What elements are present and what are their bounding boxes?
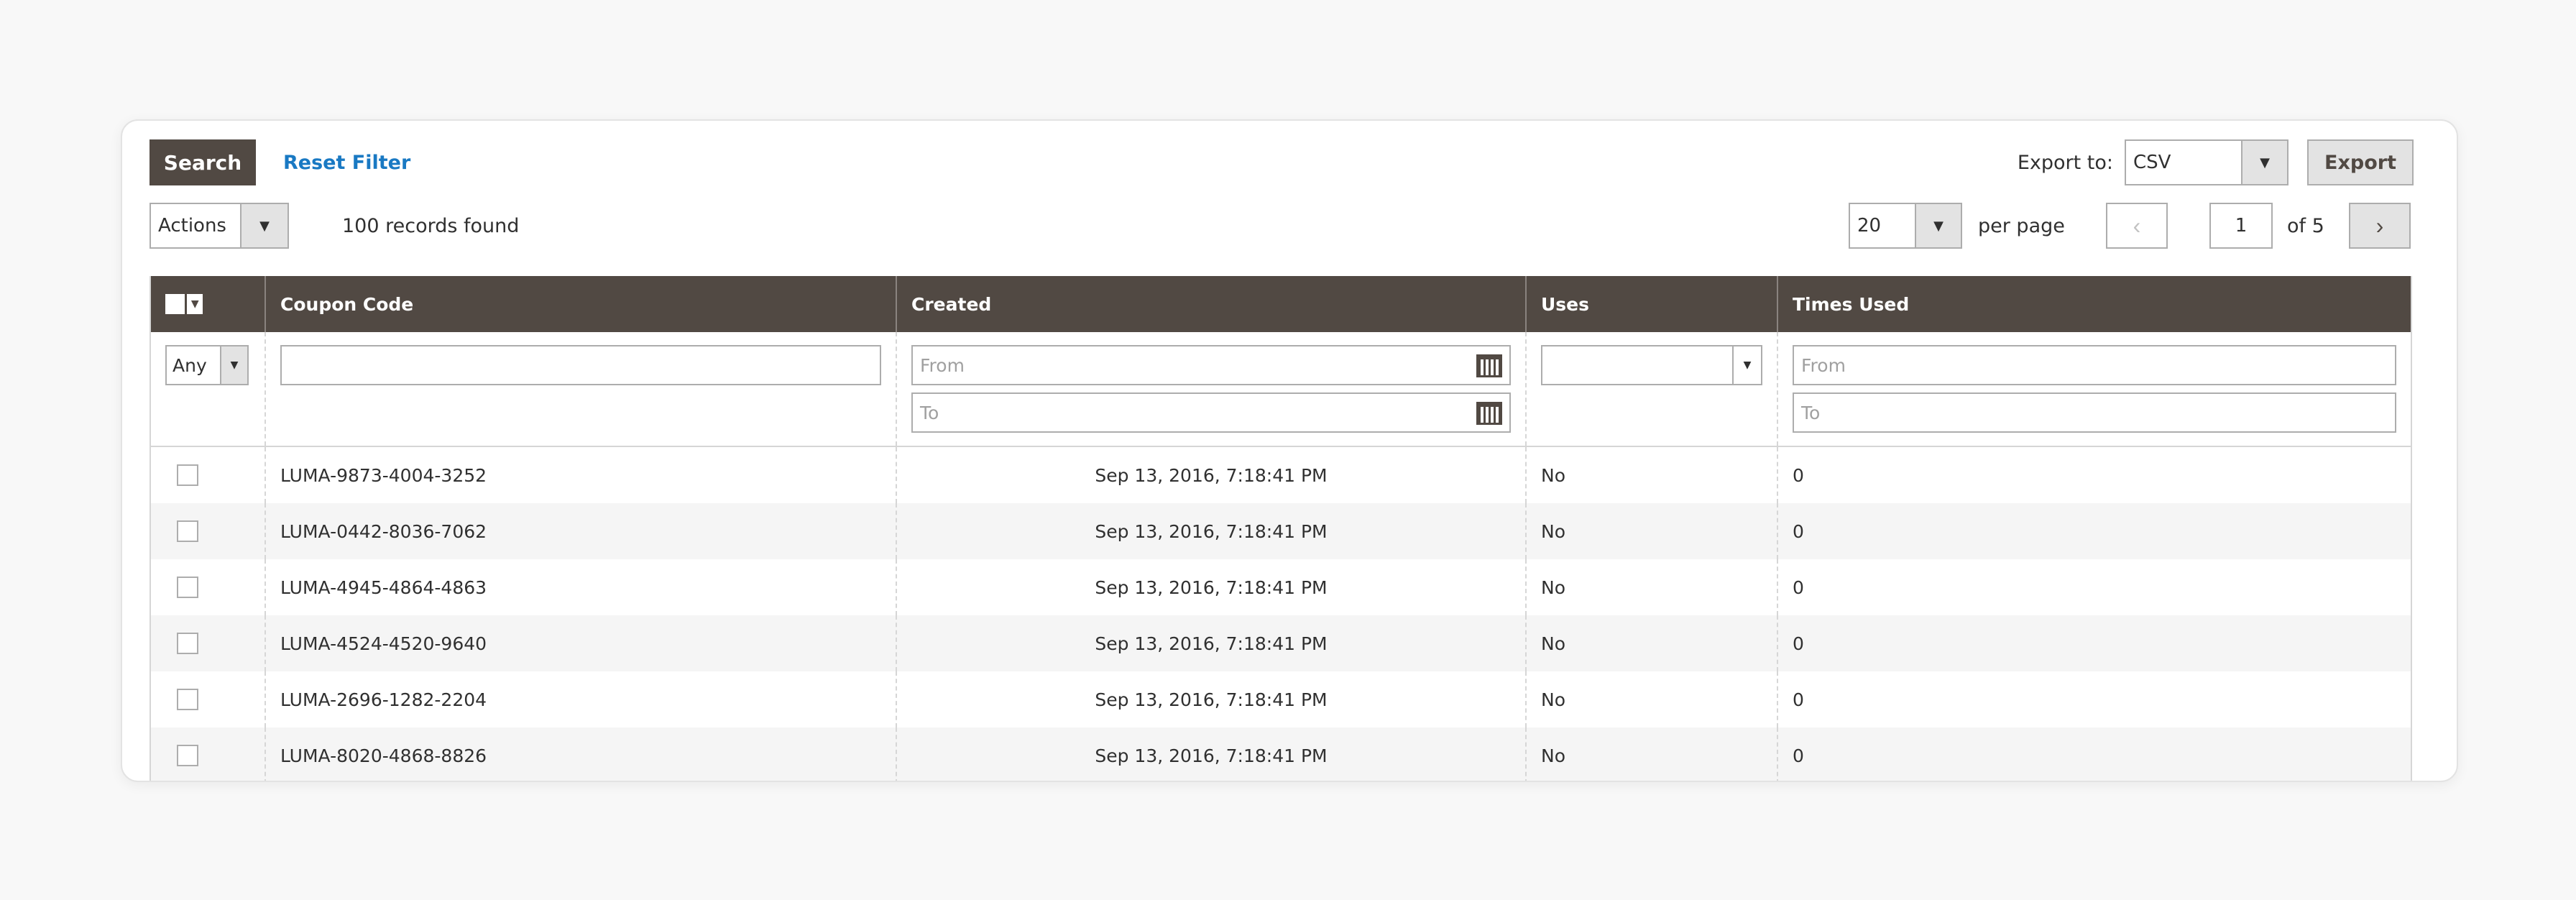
times-used-cell: 0 (1793, 520, 1804, 542)
next-page-button[interactable]: › (2349, 203, 2411, 249)
export-to-label: Export to: (2017, 151, 2113, 174)
filter-times-used: From To (1778, 332, 2411, 446)
uses-cell: No (1527, 447, 1778, 503)
column-header-coupon-code[interactable]: Coupon Code (266, 276, 897, 332)
filter-massaction: Any ▼ (151, 332, 266, 446)
chevron-down-icon: ▼ (1732, 346, 1761, 384)
per-page-label: per page (1978, 214, 2065, 237)
coupon-code-cell: LUMA-9873-4004-3252 (266, 447, 897, 503)
total-pages: of 5 (2287, 214, 2324, 237)
row-checkbox[interactable] (177, 577, 198, 598)
column-header-times-used[interactable]: Times Used (1778, 276, 2411, 332)
uses-filter-select[interactable]: ▼ (1541, 345, 1762, 385)
times-used-cell: 0 (1793, 689, 1804, 710)
mass-select-checkbox[interactable] (165, 294, 185, 314)
column-header-uses[interactable]: Uses (1527, 276, 1778, 332)
coupon-code-filter-input[interactable] (280, 345, 881, 385)
row-select-cell (151, 615, 266, 671)
coupon-code-cell: LUMA-0442-8036-7062 (266, 503, 897, 559)
mass-select-control[interactable]: ▼ (165, 293, 203, 315)
created-from-placeholder: From (920, 354, 965, 376)
reset-filter-link[interactable]: Reset Filter (283, 139, 410, 185)
grid-header-row: ▼ Coupon Code Created Uses Times Used (151, 276, 2411, 332)
row-select-cell (151, 559, 266, 615)
times-used-to-input[interactable]: To (1793, 392, 2396, 433)
times-used-cell: 0 (1793, 633, 1804, 654)
created-cell: Sep 13, 2016, 7:18:41 PM (897, 447, 1527, 503)
row-checkbox[interactable] (177, 464, 198, 486)
table-row: LUMA-9873-4004-3252 Sep 13, 2016, 7:18:4… (151, 447, 2411, 503)
per-page-select[interactable]: 20 ▼ (1849, 203, 1962, 249)
times-used-from-input[interactable]: From (1793, 345, 2396, 385)
chevron-down-icon: ▼ (240, 204, 288, 247)
coupon-grid: ▼ Coupon Code Created Uses Times Used An… (150, 276, 2412, 781)
created-cell: Sep 13, 2016, 7:18:41 PM (897, 615, 1527, 671)
table-row: LUMA-2696-1282-2204 Sep 13, 2016, 7:18:4… (151, 671, 2411, 727)
row-checkbox[interactable] (177, 689, 198, 710)
grid-body: LUMA-9873-4004-3252 Sep 13, 2016, 7:18:4… (151, 447, 2411, 781)
per-page-value: 20 (1857, 215, 1882, 237)
massaction-filter-value: Any (172, 354, 207, 376)
coupon-code-cell: LUMA-2696-1282-2204 (266, 671, 897, 727)
chevron-down-icon[interactable]: ▼ (187, 294, 203, 314)
coupon-grid-panel: Search Reset Filter Export to: CSV ▼ Exp… (121, 119, 2458, 782)
created-to-placeholder: To (920, 402, 939, 423)
table-row: LUMA-0442-8036-7062 Sep 13, 2016, 7:18:4… (151, 503, 2411, 559)
chevron-down-icon: ▼ (220, 346, 247, 384)
filter-uses: ▼ (1527, 332, 1778, 446)
actions-value: Actions (158, 215, 226, 237)
filter-coupon-code (266, 332, 897, 446)
uses-cell: No (1527, 615, 1778, 671)
chevron-down-icon: ▼ (1915, 204, 1961, 247)
records-found: 100 records found (342, 214, 520, 237)
table-row: LUMA-8020-4868-8826 Sep 13, 2016, 7:18:4… (151, 727, 2411, 781)
column-header-created[interactable]: Created (897, 276, 1527, 332)
grid-filter-row: Any ▼ From To ▼ From To (151, 332, 2411, 447)
times-used-cell: 0 (1793, 577, 1804, 598)
row-select-cell (151, 503, 266, 559)
export-format-value: CSV (2133, 152, 2171, 173)
coupon-code-cell: LUMA-8020-4868-8826 (266, 727, 897, 781)
times-used-cell: 0 (1793, 745, 1804, 766)
created-cell: Sep 13, 2016, 7:18:41 PM (897, 503, 1527, 559)
coupon-code-cell: LUMA-4524-4520-9640 (266, 615, 897, 671)
massaction-filter-select[interactable]: Any ▼ (165, 345, 249, 385)
export-button[interactable]: Export (2307, 139, 2414, 185)
times-used-from-placeholder: From (1801, 354, 1846, 376)
chevron-down-icon: ▼ (2241, 141, 2287, 184)
row-select-cell (151, 447, 266, 503)
created-cell: Sep 13, 2016, 7:18:41 PM (897, 727, 1527, 781)
created-to-input[interactable]: To (911, 392, 1511, 433)
actions-select[interactable]: Actions ▼ (150, 203, 289, 249)
filter-created: From To (897, 332, 1527, 446)
times-used-cell: 0 (1793, 464, 1804, 486)
row-checkbox[interactable] (177, 520, 198, 542)
created-cell: Sep 13, 2016, 7:18:41 PM (897, 671, 1527, 727)
row-select-cell (151, 671, 266, 727)
table-row: LUMA-4524-4520-9640 Sep 13, 2016, 7:18:4… (151, 615, 2411, 671)
uses-cell: No (1527, 727, 1778, 781)
previous-page-button[interactable]: ‹ (2106, 203, 2168, 249)
times-used-to-placeholder: To (1801, 402, 1821, 423)
uses-cell: No (1527, 559, 1778, 615)
uses-cell: No (1527, 671, 1778, 727)
row-select-cell (151, 727, 266, 781)
row-checkbox[interactable] (177, 745, 198, 766)
current-page-input[interactable] (2209, 203, 2273, 249)
created-from-input[interactable]: From (911, 345, 1511, 385)
mass-select-header: ▼ (151, 276, 266, 332)
calendar-icon[interactable] (1476, 354, 1502, 377)
row-checkbox[interactable] (177, 633, 198, 654)
search-button[interactable]: Search (150, 139, 256, 185)
table-row: LUMA-4945-4864-4863 Sep 13, 2016, 7:18:4… (151, 559, 2411, 615)
calendar-icon[interactable] (1476, 402, 1502, 425)
export-format-select[interactable]: CSV ▼ (2125, 139, 2288, 185)
chevron-right-icon: › (2375, 212, 2384, 239)
created-cell: Sep 13, 2016, 7:18:41 PM (897, 559, 1527, 615)
uses-cell: No (1527, 503, 1778, 559)
chevron-left-icon: ‹ (2133, 212, 2141, 239)
coupon-code-cell: LUMA-4945-4864-4863 (266, 559, 897, 615)
